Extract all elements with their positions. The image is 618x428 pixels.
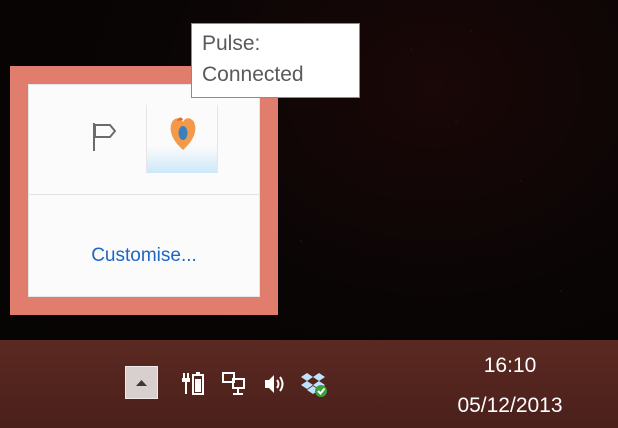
action-center-flag-icon[interactable] bbox=[86, 117, 126, 157]
panel-divider bbox=[29, 194, 259, 195]
background-speck bbox=[455, 120, 457, 122]
background-speck bbox=[300, 240, 302, 242]
background-speck bbox=[560, 290, 562, 292]
notification-overflow-panel: Customise... bbox=[10, 66, 278, 315]
background-speck bbox=[410, 48, 412, 50]
volume-icon[interactable] bbox=[262, 370, 290, 398]
background-speck bbox=[520, 180, 522, 182]
pulse-icon[interactable] bbox=[146, 105, 218, 173]
taskbar: 16:10 05/12/2013 bbox=[0, 340, 618, 428]
network-icon[interactable] bbox=[220, 370, 248, 398]
dropbox-icon[interactable] bbox=[300, 370, 328, 398]
tooltip-line-1: Pulse: bbox=[202, 32, 261, 55]
overflow-panel-body: Customise... bbox=[28, 84, 260, 297]
clock-time[interactable]: 16:10 bbox=[430, 354, 590, 378]
background-speck bbox=[470, 30, 472, 32]
hidden-icons-row bbox=[29, 85, 259, 194]
tooltip-line-2: Connected bbox=[202, 63, 304, 86]
customise-link[interactable]: Customise... bbox=[29, 245, 259, 267]
power-battery-icon[interactable] bbox=[180, 370, 208, 398]
show-hidden-icons-chevron[interactable] bbox=[125, 366, 158, 399]
pulse-tooltip: Pulse: Connected bbox=[191, 23, 360, 98]
clock-date[interactable]: 05/12/2013 bbox=[430, 394, 590, 418]
